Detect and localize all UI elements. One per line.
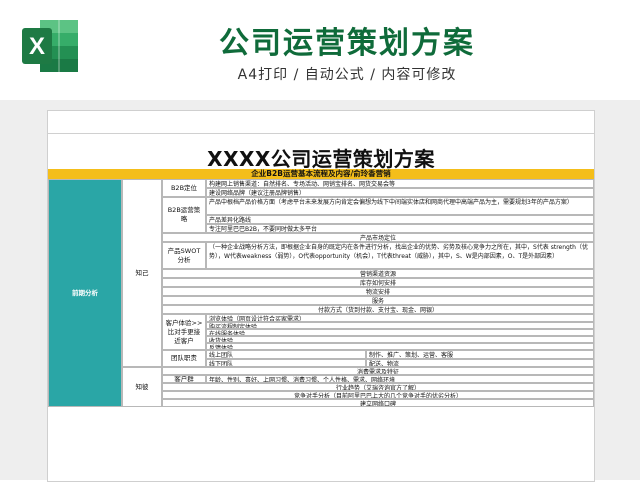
table-cell: 付款方式（货到付款、支付宝、现金、网银） (162, 305, 594, 314)
table-cell: 建设网络品牌（建议注册品牌销售） (206, 188, 594, 197)
table-cell: 制作、推广、策划、运营、客服 (366, 350, 594, 359)
page-title: 公司运营策划方案 (219, 26, 475, 61)
section-bar: 企业B2B运营基本流程及内容/俞玲香营销 (48, 169, 594, 179)
table-cell: 购买流程制定体验 (206, 322, 594, 329)
table-cell: 收货体验 (206, 336, 594, 343)
table-cell: 浏览体验（网页设计符合买家需求） (206, 314, 594, 322)
row-label: 团队职责 (162, 350, 206, 367)
table-cell: （一种企业战略分析方法，即根据企业自身的既定内在条件进行分析，找出企业的优势、劣… (206, 242, 594, 269)
know-self-label: 知己 (122, 179, 162, 367)
spreadsheet: XXXX公司运营策划方案 企业B2B运营基本流程及内容/俞玲香营销 前期分析 知… (47, 110, 595, 482)
row-label: B2B定位 (162, 179, 206, 197)
table: 前期分析 知己 知彼 B2B定位 构建网上销售渠道：自然排名、专场活动、网销宝排… (48, 179, 594, 479)
table-cell: 线下团队 (206, 359, 366, 367)
row-label: 产品SWOT分析 (162, 242, 206, 269)
header: X 公司运营策划方案 A4打印 / 自动公式 / 内容可修改 (0, 0, 640, 100)
preview-frame: XXXX公司运营策划方案 企业B2B运营基本流程及内容/俞玲香营销 前期分析 知… (0, 100, 640, 482)
row-label: B2B运营策略 (162, 197, 206, 233)
row-label: 客户体验>>比对手更接近客户 (162, 314, 206, 350)
row-divider (48, 133, 594, 134)
section-label: 前期分析 (48, 179, 122, 407)
table-cell: 构建网上销售渠道：自然排名、专场活动、网销宝排名、网货交易会等 (206, 179, 594, 188)
table-cell: 建立网络口碑 (162, 399, 594, 407)
table-cell: 配送、物流 (366, 359, 594, 367)
table-cell: 线上团队 (206, 350, 366, 359)
row-label: 客户群 (162, 375, 206, 383)
table-cell: 库存如何安排 (162, 278, 594, 287)
know-other-label: 知彼 (122, 367, 162, 407)
table-cell: 营销渠道资源 (162, 269, 594, 278)
excel-icon: X (22, 20, 78, 72)
table-cell: 年龄、性别、喜好、上网习惯、消费习惯、个人性格、需求、网络环境 (206, 375, 594, 383)
sheet-title: XXXX公司运营策划方案 (207, 147, 435, 171)
table-cell: 消费需求及特征 (162, 367, 594, 375)
table-cell: 物流安排 (162, 287, 594, 296)
table-cell: 竞争对手分析（目前阿里巴巴上大的几个竞争对手的优劣分析） (162, 391, 594, 399)
table-cell: 产品市场定位 (162, 233, 594, 242)
table-cell: 专注阿里巴巴B2B，不要同时做太多平台 (206, 224, 594, 233)
page-subtitle: A4打印 / 自动公式 / 内容可修改 (237, 67, 457, 83)
table-cell: 在线服务体验 (206, 329, 594, 336)
table-cell: 服务 (162, 296, 594, 305)
table-cell: 产品差异化路线 (206, 215, 594, 224)
table-cell: 行业趋势（艾瑞咨询官方了解） (162, 383, 594, 391)
table-cell: 反馈体验 (206, 343, 594, 350)
table-cell: 产品中根档产品价格方面（考虑平台未来发展方向肯定会偏想为线下中间端实体店和网商代… (206, 197, 594, 215)
svg-text:X: X (29, 33, 45, 60)
